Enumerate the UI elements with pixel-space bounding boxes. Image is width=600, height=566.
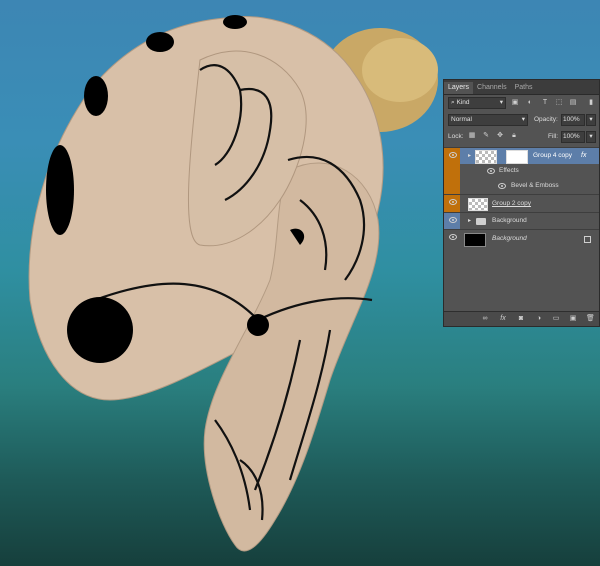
opacity-label: Opacity: [534,116,558,123]
filter-shape-icon[interactable]: ⬚ [555,99,563,107]
chevron-right-icon[interactable]: ▸ [468,152,471,159]
lock-transparent-icon[interactable]: ▦ [468,132,476,140]
layer-effects-row[interactable] [444,164,460,179]
fill-label: Fill: [548,133,559,140]
eye-icon[interactable] [444,230,460,249]
layer-thumbnail [464,233,486,247]
layer-effect-bevel-row[interactable] [444,179,460,194]
eye-icon[interactable] [482,164,498,179]
layer-mask-thumbnail [506,150,528,164]
effect-name: Bevel & Emboss [511,182,559,189]
layer-thumbnail [475,150,497,164]
mask-icon[interactable]: ◙ [517,315,525,323]
layers-panel: Layers Channels Paths ⌕ Kind ▾ ▣ ◐ T ⬚ ▤… [443,79,600,327]
lock-label: Lock: [448,133,464,140]
panel-tabs: Layers Channels Paths [444,80,599,95]
eye-icon[interactable] [444,213,460,230]
opacity-value: 100% [563,116,580,123]
layer-row-group-2-copy[interactable]: Group 2 copy [444,194,599,213]
chevron-down-icon: ▾ [499,99,503,106]
tab-paths[interactable]: Paths [511,82,537,94]
layer-name: Group 2 copy [492,200,532,207]
layer-row-group-4-copy[interactable]: ▸ Group 4 copy fx [444,147,599,165]
spot [223,15,247,29]
layer-name: Background [492,217,527,224]
layer-effects-row[interactable]: Effects [460,164,599,179]
lock-position-icon[interactable]: ✥ [496,132,504,140]
fx-icon[interactable]: fx [581,152,586,159]
eye-icon[interactable] [444,195,460,213]
adjustment-icon[interactable]: ◑ [535,315,543,323]
lock-image-icon[interactable]: ✎ [482,132,490,140]
filter-adjustment-icon[interactable]: ◐ [526,99,534,107]
layer-effect-bevel-row[interactable]: Bevel & Emboss [460,179,599,194]
layers-bottom-bar: ∞ fx ◙ ◑ ▭ ▣ 🗑︎ [444,311,599,326]
opacity-input[interactable]: 100% [561,114,585,126]
filter-kind-select[interactable]: ⌕ Kind ▾ [448,97,506,109]
link-icon[interactable]: ∞ [481,315,489,323]
layer-name: Group 4 copy [533,152,573,159]
new-group-icon[interactable]: ▭ [552,315,560,323]
layer-row-background[interactable]: Background [444,229,599,248]
blend-mode-select[interactable]: Normal ▾ [448,114,528,126]
lock-all-icon[interactable]: 🔒︎ [510,132,518,140]
chevron-right-icon[interactable]: ▸ [468,217,471,224]
filter-smart-object-icon[interactable]: ▤ [569,99,577,107]
folder-icon [476,218,486,225]
fx-icon[interactable]: fx [499,315,507,323]
fill-dropdown[interactable]: ▾ [586,131,596,143]
eye-icon[interactable] [493,179,509,194]
opacity-dropdown[interactable]: ▾ [586,114,596,126]
blend-mode-label: Normal [451,116,472,123]
layer-thumbnail [468,198,488,211]
eye-icon[interactable] [444,148,460,165]
tab-layers[interactable]: Layers [444,82,474,94]
layer-row-background-group[interactable]: ▸ Background [444,212,599,230]
fill-input[interactable]: 100% [561,131,585,143]
filter-toggle-icon[interactable]: ▮ [587,99,595,107]
layer-name: Background [492,235,527,242]
filter-kind-label: Kind [456,99,470,106]
fill-value: 100% [563,133,580,140]
effects-label: Effects [499,167,519,174]
chevron-down-icon: ▾ [521,116,525,123]
new-layer-icon[interactable]: ▣ [569,315,577,323]
filter-pixel-icon[interactable]: ▣ [511,99,519,107]
search-icon: ⌕ [451,99,455,106]
filter-type-icon[interactable]: T [541,99,549,107]
trash-icon[interactable]: 🗑︎ [586,315,595,323]
tab-channels[interactable]: Channels [473,82,511,94]
lock-icon [584,236,591,243]
